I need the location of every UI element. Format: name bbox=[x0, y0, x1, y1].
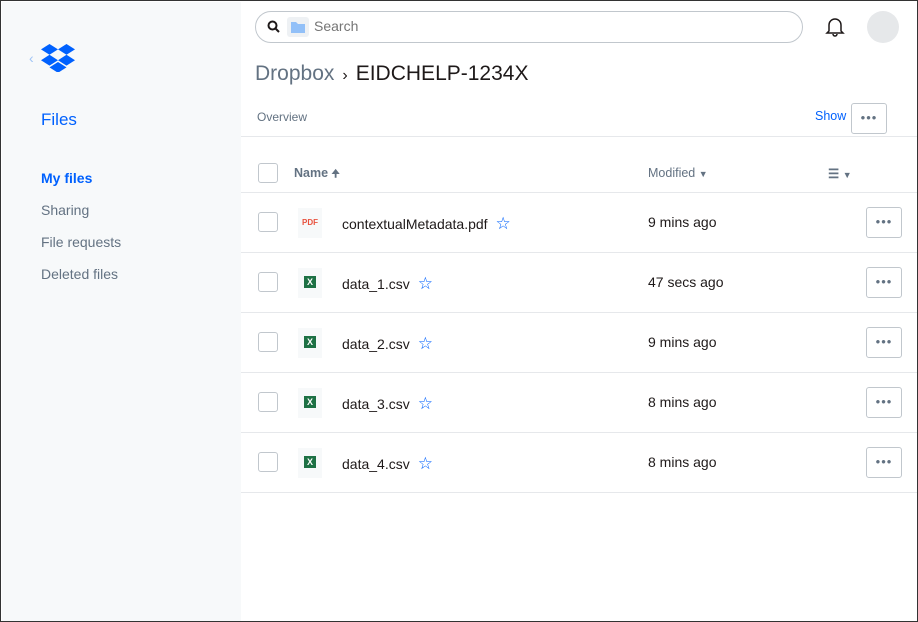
modified-header-label: Modified bbox=[648, 166, 696, 180]
excel-file-icon: X bbox=[298, 268, 322, 298]
chevron-right-icon: › bbox=[342, 67, 348, 84]
row-checkbox[interactable] bbox=[258, 332, 278, 352]
row-more-button[interactable]: ••• bbox=[866, 387, 902, 418]
table-row[interactable]: X data_2.csv ☆ 9 mins ago ••• bbox=[241, 313, 917, 373]
divider bbox=[241, 492, 917, 493]
sidebar: ‹ Files My files Sharing File requests D… bbox=[2, 2, 241, 621]
modified-time: 9 mins ago bbox=[648, 214, 717, 230]
search-bar[interactable] bbox=[255, 11, 803, 43]
file-name-text[interactable]: data_4.csv bbox=[342, 456, 410, 472]
breadcrumb-root[interactable]: Dropbox bbox=[255, 62, 334, 85]
star-icon[interactable]: ☆ bbox=[496, 214, 511, 233]
caret-down-icon: ▼ bbox=[842, 170, 852, 180]
file-icon-label: X bbox=[303, 336, 316, 348]
view-toggle[interactable]: ☰ ▼ bbox=[828, 166, 852, 181]
excel-file-icon: X bbox=[298, 388, 322, 418]
table-row[interactable]: PDF contextualMetadata.pdf ☆ 9 mins ago •… bbox=[241, 193, 917, 253]
arrow-up-icon: 🠉 bbox=[331, 169, 340, 180]
file-name[interactable]: contextualMetadata.pdf ☆ bbox=[342, 214, 511, 234]
file-name-text[interactable]: data_3.csv bbox=[342, 396, 410, 412]
folder-icon bbox=[287, 17, 309, 37]
table-row[interactable]: X data_1.csv ☆ 47 secs ago ••• bbox=[241, 253, 917, 313]
row-more-button[interactable]: ••• bbox=[866, 447, 902, 478]
sidebar-item-deleted-files[interactable]: Deleted files bbox=[41, 266, 118, 282]
row-more-button[interactable]: ••• bbox=[866, 207, 902, 238]
modified-time: 8 mins ago bbox=[648, 394, 717, 410]
star-icon[interactable]: ☆ bbox=[418, 454, 433, 473]
star-icon[interactable]: ☆ bbox=[418, 394, 433, 413]
modified-time: 8 mins ago bbox=[648, 454, 717, 470]
file-name[interactable]: data_1.csv ☆ bbox=[342, 274, 433, 294]
dropbox-logo[interactable] bbox=[41, 44, 75, 72]
list-view-icon: ☰ bbox=[828, 167, 840, 181]
modified-time: 9 mins ago bbox=[648, 334, 717, 350]
table-row[interactable]: X data_4.csv ☆ 8 mins ago ••• bbox=[241, 433, 917, 493]
star-icon[interactable]: ☆ bbox=[418, 274, 433, 293]
modified-time: 47 secs ago bbox=[648, 274, 724, 290]
file-icon-label: PDF bbox=[302, 218, 318, 227]
pdf-file-icon: PDF bbox=[298, 208, 322, 238]
show-overview-link[interactable]: Show bbox=[815, 109, 846, 123]
breadcrumb-current: EIDCHELP-1234X bbox=[355, 62, 529, 85]
row-checkbox[interactable] bbox=[258, 212, 278, 232]
row-more-button[interactable]: ••• bbox=[866, 267, 902, 298]
sidebar-item-sharing[interactable]: Sharing bbox=[41, 202, 89, 218]
bell-icon[interactable] bbox=[824, 15, 846, 37]
row-checkbox[interactable] bbox=[258, 272, 278, 292]
row-checkbox[interactable] bbox=[258, 452, 278, 472]
app-window: ‹ Files My files Sharing File requests D… bbox=[0, 0, 918, 622]
sidebar-item-file-requests[interactable]: File requests bbox=[41, 234, 121, 250]
sidebar-item-my-files[interactable]: My files bbox=[41, 170, 92, 186]
name-header-label: Name bbox=[294, 166, 329, 180]
file-name-text[interactable]: data_2.csv bbox=[342, 336, 410, 352]
avatar[interactable] bbox=[867, 11, 899, 43]
breadcrumb: Dropbox › EIDCHELP-1234X bbox=[255, 62, 528, 86]
excel-file-icon: X bbox=[298, 448, 322, 478]
file-icon-label: X bbox=[303, 396, 316, 408]
overview-label: Overview bbox=[257, 110, 308, 124]
row-more-button[interactable]: ••• bbox=[866, 327, 902, 358]
file-icon-label: X bbox=[303, 456, 316, 468]
name-column-header[interactable]: Name 🠉 bbox=[294, 166, 340, 184]
more-options-button[interactable]: ••• bbox=[851, 103, 887, 134]
table-row[interactable]: X data_3.csv ☆ 8 mins ago ••• bbox=[241, 373, 917, 433]
search-icon bbox=[267, 20, 280, 33]
file-name[interactable]: data_3.csv ☆ bbox=[342, 394, 433, 414]
file-name-text[interactable]: contextualMetadata.pdf bbox=[342, 216, 488, 232]
divider bbox=[241, 136, 917, 137]
row-checkbox[interactable] bbox=[258, 392, 278, 412]
chevron-left-icon[interactable]: ‹ bbox=[29, 50, 34, 66]
file-name[interactable]: data_4.csv ☆ bbox=[342, 454, 433, 474]
search-input[interactable] bbox=[314, 18, 784, 34]
file-name-text[interactable]: data_1.csv bbox=[342, 276, 410, 292]
file-name[interactable]: data_2.csv ☆ bbox=[342, 334, 433, 354]
file-icon-label: X bbox=[303, 276, 316, 288]
caret-down-icon: ▼ bbox=[698, 169, 708, 179]
modified-column-header[interactable]: Modified ▼ bbox=[648, 166, 708, 180]
sidebar-title[interactable]: Files bbox=[41, 110, 77, 130]
excel-file-icon: X bbox=[298, 328, 322, 358]
star-icon[interactable]: ☆ bbox=[418, 334, 433, 353]
select-all-checkbox[interactable] bbox=[258, 163, 278, 183]
